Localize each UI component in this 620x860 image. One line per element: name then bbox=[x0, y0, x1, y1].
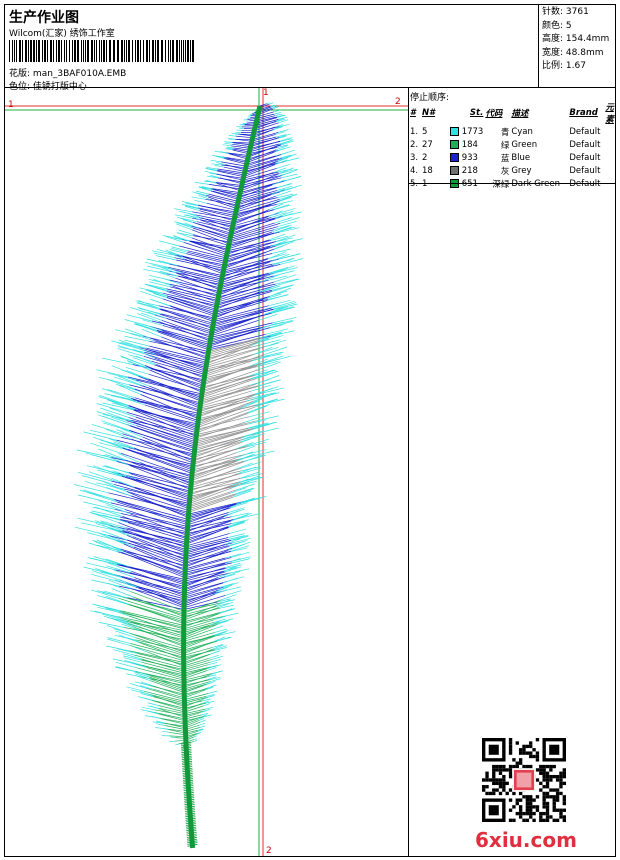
guide-label-h-right: 2 bbox=[395, 97, 401, 107]
stop-sequence-table: # N# St. 代码 描述 Brand 元素 1. 5 1773 青 Cyan Def… bbox=[409, 101, 615, 190]
color-swatch bbox=[450, 139, 459, 149]
row-description: Grey bbox=[511, 165, 532, 176]
col-brand: Brand bbox=[569, 108, 598, 118]
row-index: 1. bbox=[410, 126, 419, 137]
feather-embroidery bbox=[5, 88, 408, 856]
design-file-line: 花版: man_3BAF010A.EMB bbox=[9, 66, 126, 79]
col-element: 元素 bbox=[605, 103, 614, 125]
guide-label-h-left: 1 bbox=[8, 100, 14, 110]
stat-scale: 比例: 1.67 bbox=[542, 61, 586, 71]
row-index: 3. bbox=[410, 152, 419, 163]
guide-label-v-bottom: 2 bbox=[266, 846, 272, 856]
row-stitches: 933 bbox=[449, 151, 484, 164]
stat-colors: 颜色: 5 bbox=[542, 20, 572, 31]
page-title: 生产作业图 bbox=[9, 10, 79, 26]
qr-code bbox=[482, 738, 566, 822]
stats-list: 针数: 3761 颜色: 5 高度: 154.4mm 宽度: 48.8mm 比例… bbox=[542, 6, 609, 74]
table-row: 4. 18 218 灰 Grey Default bbox=[409, 164, 615, 177]
row-index: 2. bbox=[410, 139, 419, 150]
stat-height: 高度: 154.4mm bbox=[542, 34, 610, 44]
row-needle: 27 bbox=[422, 139, 433, 150]
barcode bbox=[9, 40, 194, 62]
header-panel: 生产作业图 Wilcom(汇家) 绣饰工作室 花版: man_3BAF010A.… bbox=[4, 4, 539, 92]
design-file-label: 花版: bbox=[9, 69, 31, 79]
row-element bbox=[604, 125, 615, 138]
design-preview: 1 2 1 2 bbox=[4, 87, 409, 857]
col-code: 代码 bbox=[485, 109, 503, 119]
col-stitches: St. bbox=[469, 108, 484, 118]
guide-label-v-top: 1 bbox=[263, 88, 269, 98]
table-header-row: # N# St. 代码 描述 Brand 元素 bbox=[409, 101, 615, 125]
design-file-name: man_3BAF010A.EMB bbox=[32, 69, 127, 79]
row-brand: Default bbox=[569, 152, 601, 163]
row-stitches: 1773 bbox=[449, 125, 484, 138]
col-index: # bbox=[410, 108, 416, 118]
row-element bbox=[604, 164, 615, 177]
table-row: 3. 2 933 蓝 Blue Default bbox=[409, 151, 615, 164]
table-row: 1. 5 1773 青 Cyan Default bbox=[409, 125, 615, 138]
row-stitches: 218 bbox=[449, 164, 484, 177]
row-description: Blue bbox=[511, 152, 531, 163]
row-needle: 2 bbox=[422, 152, 428, 163]
row-code: 蓝 bbox=[500, 153, 510, 164]
row-element bbox=[604, 138, 615, 151]
color-swatch bbox=[450, 165, 459, 175]
col-description: 描述 bbox=[511, 109, 529, 119]
stat-width: 宽度: 48.8mm bbox=[542, 47, 604, 58]
row-brand: Default bbox=[569, 139, 601, 150]
row-description: Cyan bbox=[511, 126, 533, 137]
stop-sequence-panel: 停止顺序: # N# St. 代码 描述 Brand 元素 1. 5 1773 青 C… bbox=[408, 87, 616, 857]
row-brand: Default bbox=[569, 165, 601, 176]
row-needle: 5 bbox=[422, 126, 428, 137]
watermark-logo: 6xiu.com bbox=[475, 828, 577, 852]
row-stitches: 184 bbox=[449, 138, 484, 151]
stat-stitches: 针数: 3761 bbox=[542, 7, 589, 17]
row-code: 灰 bbox=[500, 166, 510, 177]
col-needle: N# bbox=[422, 108, 436, 118]
row-index: 4. bbox=[410, 165, 419, 176]
panel-divider bbox=[409, 183, 615, 184]
color-swatch bbox=[450, 126, 459, 136]
stats-panel: 针数: 3761 颜色: 5 高度: 154.4mm 宽度: 48.8mm 比例… bbox=[538, 4, 616, 88]
studio-name: Wilcom(汇家) 绣饰工作室 bbox=[9, 29, 115, 39]
color-swatch bbox=[450, 152, 459, 162]
row-description: Green bbox=[511, 139, 538, 150]
row-needle: 18 bbox=[422, 165, 433, 176]
row-brand: Default bbox=[569, 126, 601, 137]
row-code: 青 bbox=[500, 127, 510, 138]
table-row: 2. 27 184 绿 Green Default bbox=[409, 138, 615, 151]
row-code: 绿 bbox=[500, 140, 510, 151]
row-element bbox=[604, 151, 615, 164]
